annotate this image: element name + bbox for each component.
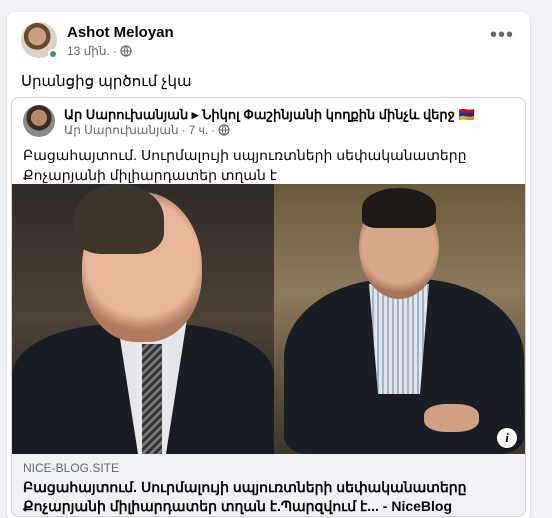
photo-left bbox=[12, 184, 274, 454]
shared-post-header: Ար Սարուխանյան ▸ Նիկոլ Փաշինյանի կողքին … bbox=[23, 105, 517, 137]
post-card: Ashot Meloyan 13 մին. · ••• Սրանցից պրծո… bbox=[7, 12, 530, 518]
link-domain: NICE-BLOG.SITE bbox=[23, 461, 120, 475]
more-dots-icon[interactable]: ••• bbox=[490, 25, 514, 45]
shared-author-name[interactable]: Ար Սարուխանյան bbox=[64, 123, 179, 137]
globe-icon bbox=[218, 124, 230, 136]
shared-post[interactable]: Ար Սարուխանյան ▸ Նիկոլ Փաշինյանի կողքին … bbox=[11, 97, 526, 517]
globe-icon bbox=[120, 45, 132, 57]
online-status-icon bbox=[48, 49, 58, 59]
link-preview-image[interactable]: i bbox=[12, 184, 525, 454]
post-header: Ashot Meloyan 13 մին. · ••• bbox=[21, 22, 520, 62]
link-preview[interactable]: NICE-BLOG.SITE Բացահայտում. Սուրմալույի … bbox=[12, 454, 525, 516]
shared-post-text: Բացահայտում. Սուրմալույի սպյուռտների սեփ… bbox=[23, 147, 467, 183]
separator: · bbox=[112, 44, 117, 58]
post-meta: 13 մին. · bbox=[67, 44, 132, 58]
link-title[interactable]: Բացահայտում. Սուրմալույի սպյուռտների սեփ… bbox=[23, 478, 516, 516]
shared-author-avatar[interactable] bbox=[23, 105, 55, 137]
shared-post-time[interactable]: 7 ч. bbox=[189, 123, 209, 137]
separator: · bbox=[211, 123, 216, 137]
shared-post-meta: Ար Սարուխանյան · 7 ч. · bbox=[64, 123, 230, 137]
shared-post-title[interactable]: Ար Սարուխանյան ▸ Նիկոլ Փաշինյանի կողքին … bbox=[64, 107, 475, 123]
post-text: Սրանցից պրծում չկա bbox=[21, 73, 192, 90]
author-name[interactable]: Ashot Meloyan bbox=[67, 24, 174, 41]
separator: · bbox=[181, 123, 186, 137]
post-time[interactable]: 13 մին. bbox=[67, 44, 110, 58]
photo-right: i bbox=[274, 184, 525, 454]
info-icon[interactable]: i bbox=[497, 428, 517, 448]
